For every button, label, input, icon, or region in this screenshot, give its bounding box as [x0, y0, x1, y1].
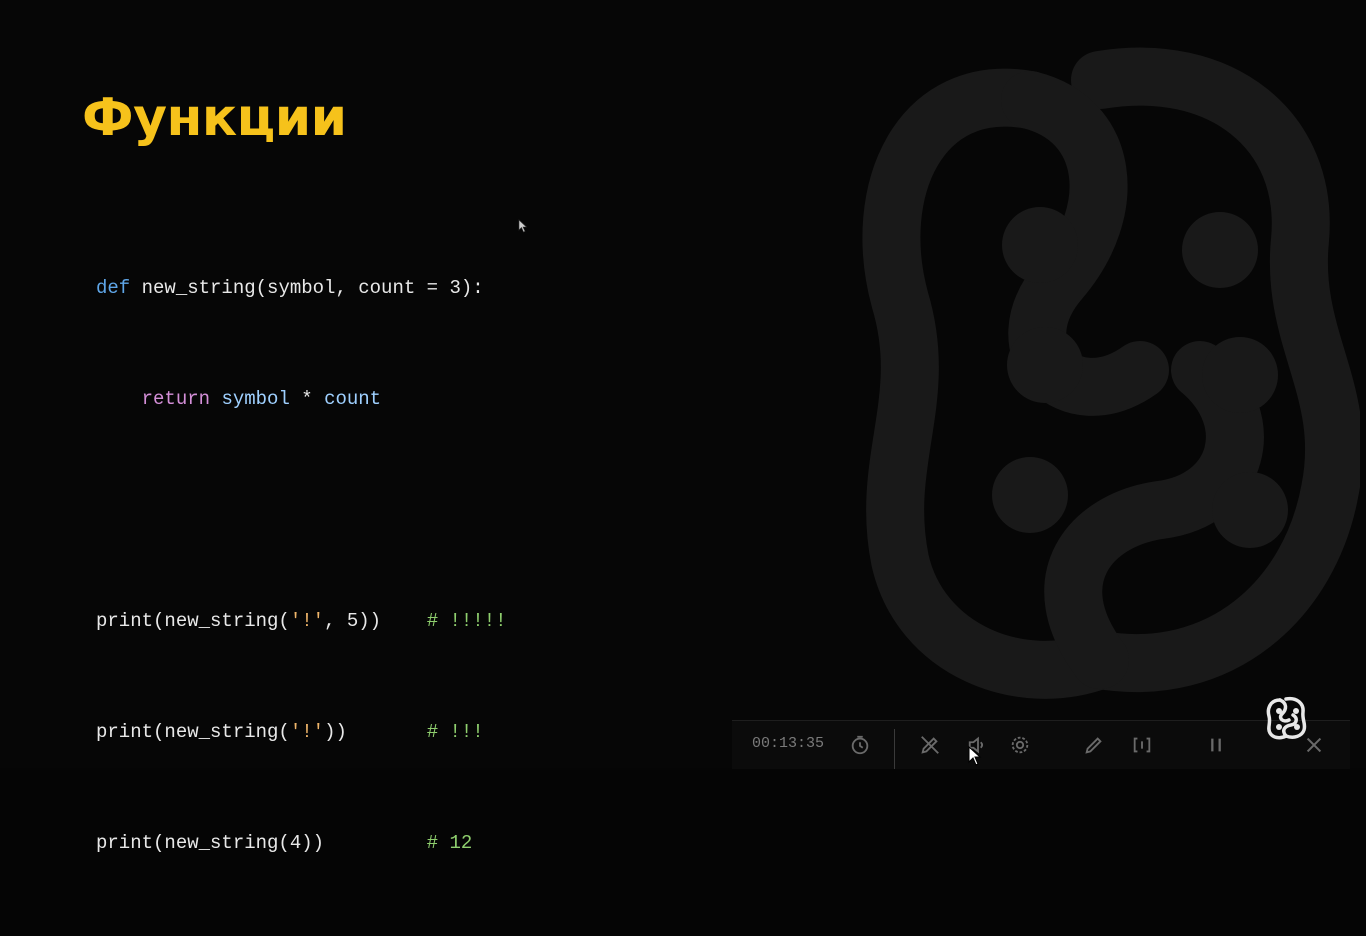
code-line-4: print(new_string('!')) # !!! — [96, 714, 507, 751]
code-line-5: print(new_string(4)) # 12 — [96, 825, 507, 862]
code-comment: # !!! — [426, 721, 484, 743]
keyword-return: return — [141, 388, 211, 410]
slide-number-icon[interactable] — [1128, 731, 1156, 759]
call-args: , 5)) — [324, 610, 382, 632]
print-call: print(new_string(4)) — [96, 832, 325, 854]
code-line-3: print(new_string('!', 5)) # !!!!! — [96, 603, 507, 640]
mouse-pointer-icon — [968, 746, 982, 766]
string-literal: '!' — [289, 721, 325, 743]
code-comment: # !!!!! — [426, 610, 507, 632]
operator-multiply: * — [289, 388, 325, 410]
code-comment: # 12 — [426, 832, 473, 854]
padding — [381, 610, 427, 632]
brain-logo-watermark-icon — [862, 47, 1360, 699]
elapsed-timer: 00:13:35 — [752, 735, 825, 752]
code-block: def new_string(symbol, count = 3): retur… — [96, 196, 507, 936]
text-cursor-icon — [518, 219, 528, 233]
string-literal: '!' — [289, 610, 325, 632]
code-line-1: def new_string(symbol, count = 3): — [96, 270, 507, 307]
identifier-count: count — [324, 388, 382, 410]
presenter-toolbar: 00:13:35 — [732, 720, 1350, 769]
print-call: print(new_string( — [96, 721, 290, 743]
identifier-symbol: symbol — [221, 388, 290, 410]
function-signature: new_string(symbol, count = 3): — [130, 277, 484, 299]
pencil-icon[interactable] — [1080, 731, 1108, 759]
call-args: )) — [324, 721, 347, 743]
padding — [347, 721, 427, 743]
presentation-slide: Функции def new_string(symbol, count = 3… — [0, 0, 1366, 854]
brain-logo-icon — [1266, 696, 1307, 740]
padding — [324, 832, 427, 854]
timer-icon[interactable] — [846, 731, 874, 759]
slide-title: Функции — [82, 88, 347, 148]
keyword-def: def — [96, 277, 131, 299]
pen-off-icon[interactable] — [916, 731, 944, 759]
settings-icon[interactable] — [1006, 731, 1034, 759]
print-call: print(new_string( — [96, 610, 290, 632]
toolbar-divider — [894, 729, 895, 769]
code-line-2: return symbol * count — [96, 381, 507, 418]
pause-icon[interactable] — [1202, 731, 1230, 759]
